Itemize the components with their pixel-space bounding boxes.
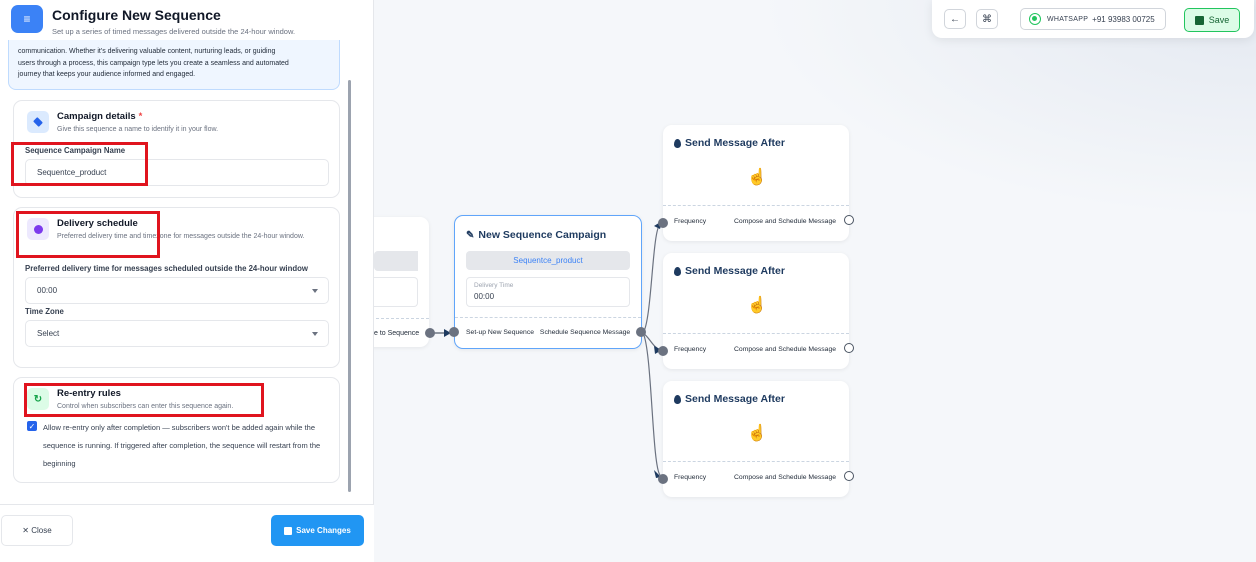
- save-icon: [1194, 15, 1204, 25]
- whatsapp-label: WHATSAPP: [1047, 15, 1089, 23]
- chevron-down-icon: [312, 332, 318, 336]
- compose-schedule-label: Compose and Schedule Message: [734, 346, 837, 353]
- arrow-left-icon: ←: [950, 13, 960, 25]
- save-button[interactable]: Save: [1184, 8, 1240, 32]
- node-title-text: New Sequence Campaign: [478, 229, 607, 241]
- megaphone-icon: ✎: [466, 229, 475, 241]
- info-line: users through a process, this campaign t…: [18, 59, 289, 67]
- menu-icon: ≡: [11, 5, 43, 33]
- output-handle[interactable]: [844, 343, 854, 353]
- node-footer: Set-up New Sequence Schedule Sequence Me…: [466, 329, 630, 336]
- close-button[interactable]: ✕ Close: [1, 515, 73, 546]
- send-node-2-input-handle[interactable]: [658, 346, 668, 356]
- hand-pointer-icon[interactable]: ☝: [747, 423, 767, 443]
- timezone-select[interactable]: Select: [25, 320, 329, 347]
- hand-pointer-icon[interactable]: ☝: [747, 167, 767, 187]
- node-divider: [663, 333, 849, 334]
- save-changes-button[interactable]: Save Changes: [271, 515, 364, 546]
- previous-node-input: [374, 277, 418, 307]
- previous-node[interactable]: e to Sequence: [366, 217, 429, 347]
- reentry-checkbox-label: Allow re-entry only after completion — s…: [43, 423, 321, 468]
- save-icon: [284, 526, 293, 535]
- top-toolbar: ← ⌘ WHATSAPP +91 93983 00725 Save: [932, 0, 1254, 38]
- campaign-name-pill: Sequentce_product: [466, 251, 630, 270]
- info-box: communication. Whether it's delivering v…: [8, 40, 340, 90]
- panel-subtitle: Set up a series of timed messages delive…: [52, 27, 296, 36]
- drop-icon: [674, 266, 681, 276]
- drop-icon: [674, 394, 681, 404]
- timezone-label: Time Zone: [25, 307, 64, 316]
- node-divider: [663, 205, 849, 206]
- node-title-text: Send Message After: [685, 265, 785, 277]
- layout-icon: ⌘: [982, 13, 992, 25]
- delivery-time-value: 00:00: [474, 292, 495, 301]
- drop-icon: [674, 138, 681, 148]
- frequency-label: Frequency: [674, 346, 707, 353]
- previous-node-output-handle[interactable]: [425, 328, 435, 338]
- tag-icon: [27, 111, 49, 133]
- campaign-details-title: Campaign details *: [57, 111, 142, 122]
- whatsapp-number: +91 93983 00725: [1092, 14, 1155, 24]
- output-handle[interactable]: [844, 471, 854, 481]
- edge-main-to-send-3: [642, 332, 661, 476]
- node-divider: [366, 318, 429, 319]
- delivery-time-box: Delivery Time 00:00: [466, 277, 630, 307]
- save-changes-label: Save Changes: [296, 526, 351, 535]
- campaign-details-subtitle: Give this sequence a name to identify it…: [57, 126, 219, 133]
- node-footer: Frequency Compose and Schedule Message: [674, 346, 836, 353]
- send-node-1-input-handle[interactable]: [658, 218, 668, 228]
- highlight-delivery-schedule: [16, 211, 160, 258]
- send-message-node-2[interactable]: Send Message After ☝ Frequency Compose a…: [663, 253, 854, 369]
- whatsapp-icon: [1029, 13, 1041, 25]
- send-node-3-input-handle[interactable]: [658, 474, 668, 484]
- campaign-details-title-text: Campaign details: [57, 111, 136, 122]
- panel-title: Configure New Sequence: [52, 7, 221, 23]
- node-divider: [663, 461, 849, 462]
- delivery-time-value: 00:00: [37, 286, 58, 295]
- frequency-label: Frequency: [674, 474, 707, 481]
- node-footer: Frequency Compose and Schedule Message: [674, 218, 836, 225]
- send-message-node-3[interactable]: Send Message After ☝ Frequency Compose a…: [663, 381, 854, 497]
- node-title: Send Message After: [674, 265, 785, 277]
- reentry-checkbox[interactable]: ✓: [27, 421, 37, 431]
- required-marker: *: [138, 111, 143, 122]
- node-title: Send Message After: [674, 393, 785, 405]
- delivery-time-label: Preferred delivery time for messages sch…: [25, 264, 308, 273]
- save-button-label: Save: [1208, 15, 1230, 25]
- frequency-label: Frequency: [674, 218, 707, 225]
- previous-node-field: [374, 251, 418, 271]
- setup-sequence-handle-label: Set-up New Sequence: [466, 329, 535, 336]
- whatsapp-number-pill[interactable]: WHATSAPP +91 93983 00725: [1020, 8, 1166, 30]
- compose-schedule-label: Compose and Schedule Message: [734, 218, 837, 225]
- send-message-node-1[interactable]: Send Message After ☝ Frequency Compose a…: [663, 125, 854, 241]
- schedule-message-handle-label: Schedule Sequence Message: [539, 329, 631, 336]
- delivery-time-label: Delivery Time: [474, 282, 514, 289]
- highlight-campaign-name: [11, 142, 148, 186]
- previous-node-footer: e to Sequence: [374, 330, 420, 337]
- node-footer: Frequency Compose and Schedule Message: [674, 474, 836, 481]
- output-handle[interactable]: [844, 215, 854, 225]
- node-title: ✎ New Sequence Campaign: [466, 229, 606, 241]
- main-node-output-handle[interactable]: [636, 327, 646, 337]
- timezone-value: Select: [37, 329, 60, 338]
- node-title: Send Message After: [674, 137, 785, 149]
- panel-scrollbar[interactable]: [348, 80, 351, 492]
- edge-main-to-send-1: [642, 223, 661, 334]
- chevron-down-icon: [312, 289, 318, 293]
- highlight-reentry-rules: [24, 383, 264, 417]
- node-divider: [455, 317, 641, 318]
- compose-schedule-label: Compose and Schedule Message: [734, 474, 837, 481]
- info-line: communication. Whether it's delivering v…: [18, 48, 276, 55]
- back-button[interactable]: ←: [944, 9, 966, 29]
- layout-button[interactable]: ⌘: [976, 9, 998, 29]
- node-title-text: Send Message After: [685, 137, 785, 149]
- sequence-campaign-node[interactable]: ✎ New Sequence Campaign Sequentce_produc…: [454, 215, 642, 349]
- delivery-time-select[interactable]: 00:00: [25, 277, 329, 304]
- configure-sequence-panel: ≡ Configure New Sequence Set up a series…: [0, 0, 374, 562]
- panel-footer: ✕ Close Save Changes: [0, 504, 374, 562]
- node-title-text: Send Message After: [685, 393, 785, 405]
- hand-pointer-icon[interactable]: ☝: [747, 295, 767, 315]
- info-line: journey that keeps your audience informe…: [18, 71, 196, 78]
- main-node-input-handle[interactable]: [449, 327, 459, 337]
